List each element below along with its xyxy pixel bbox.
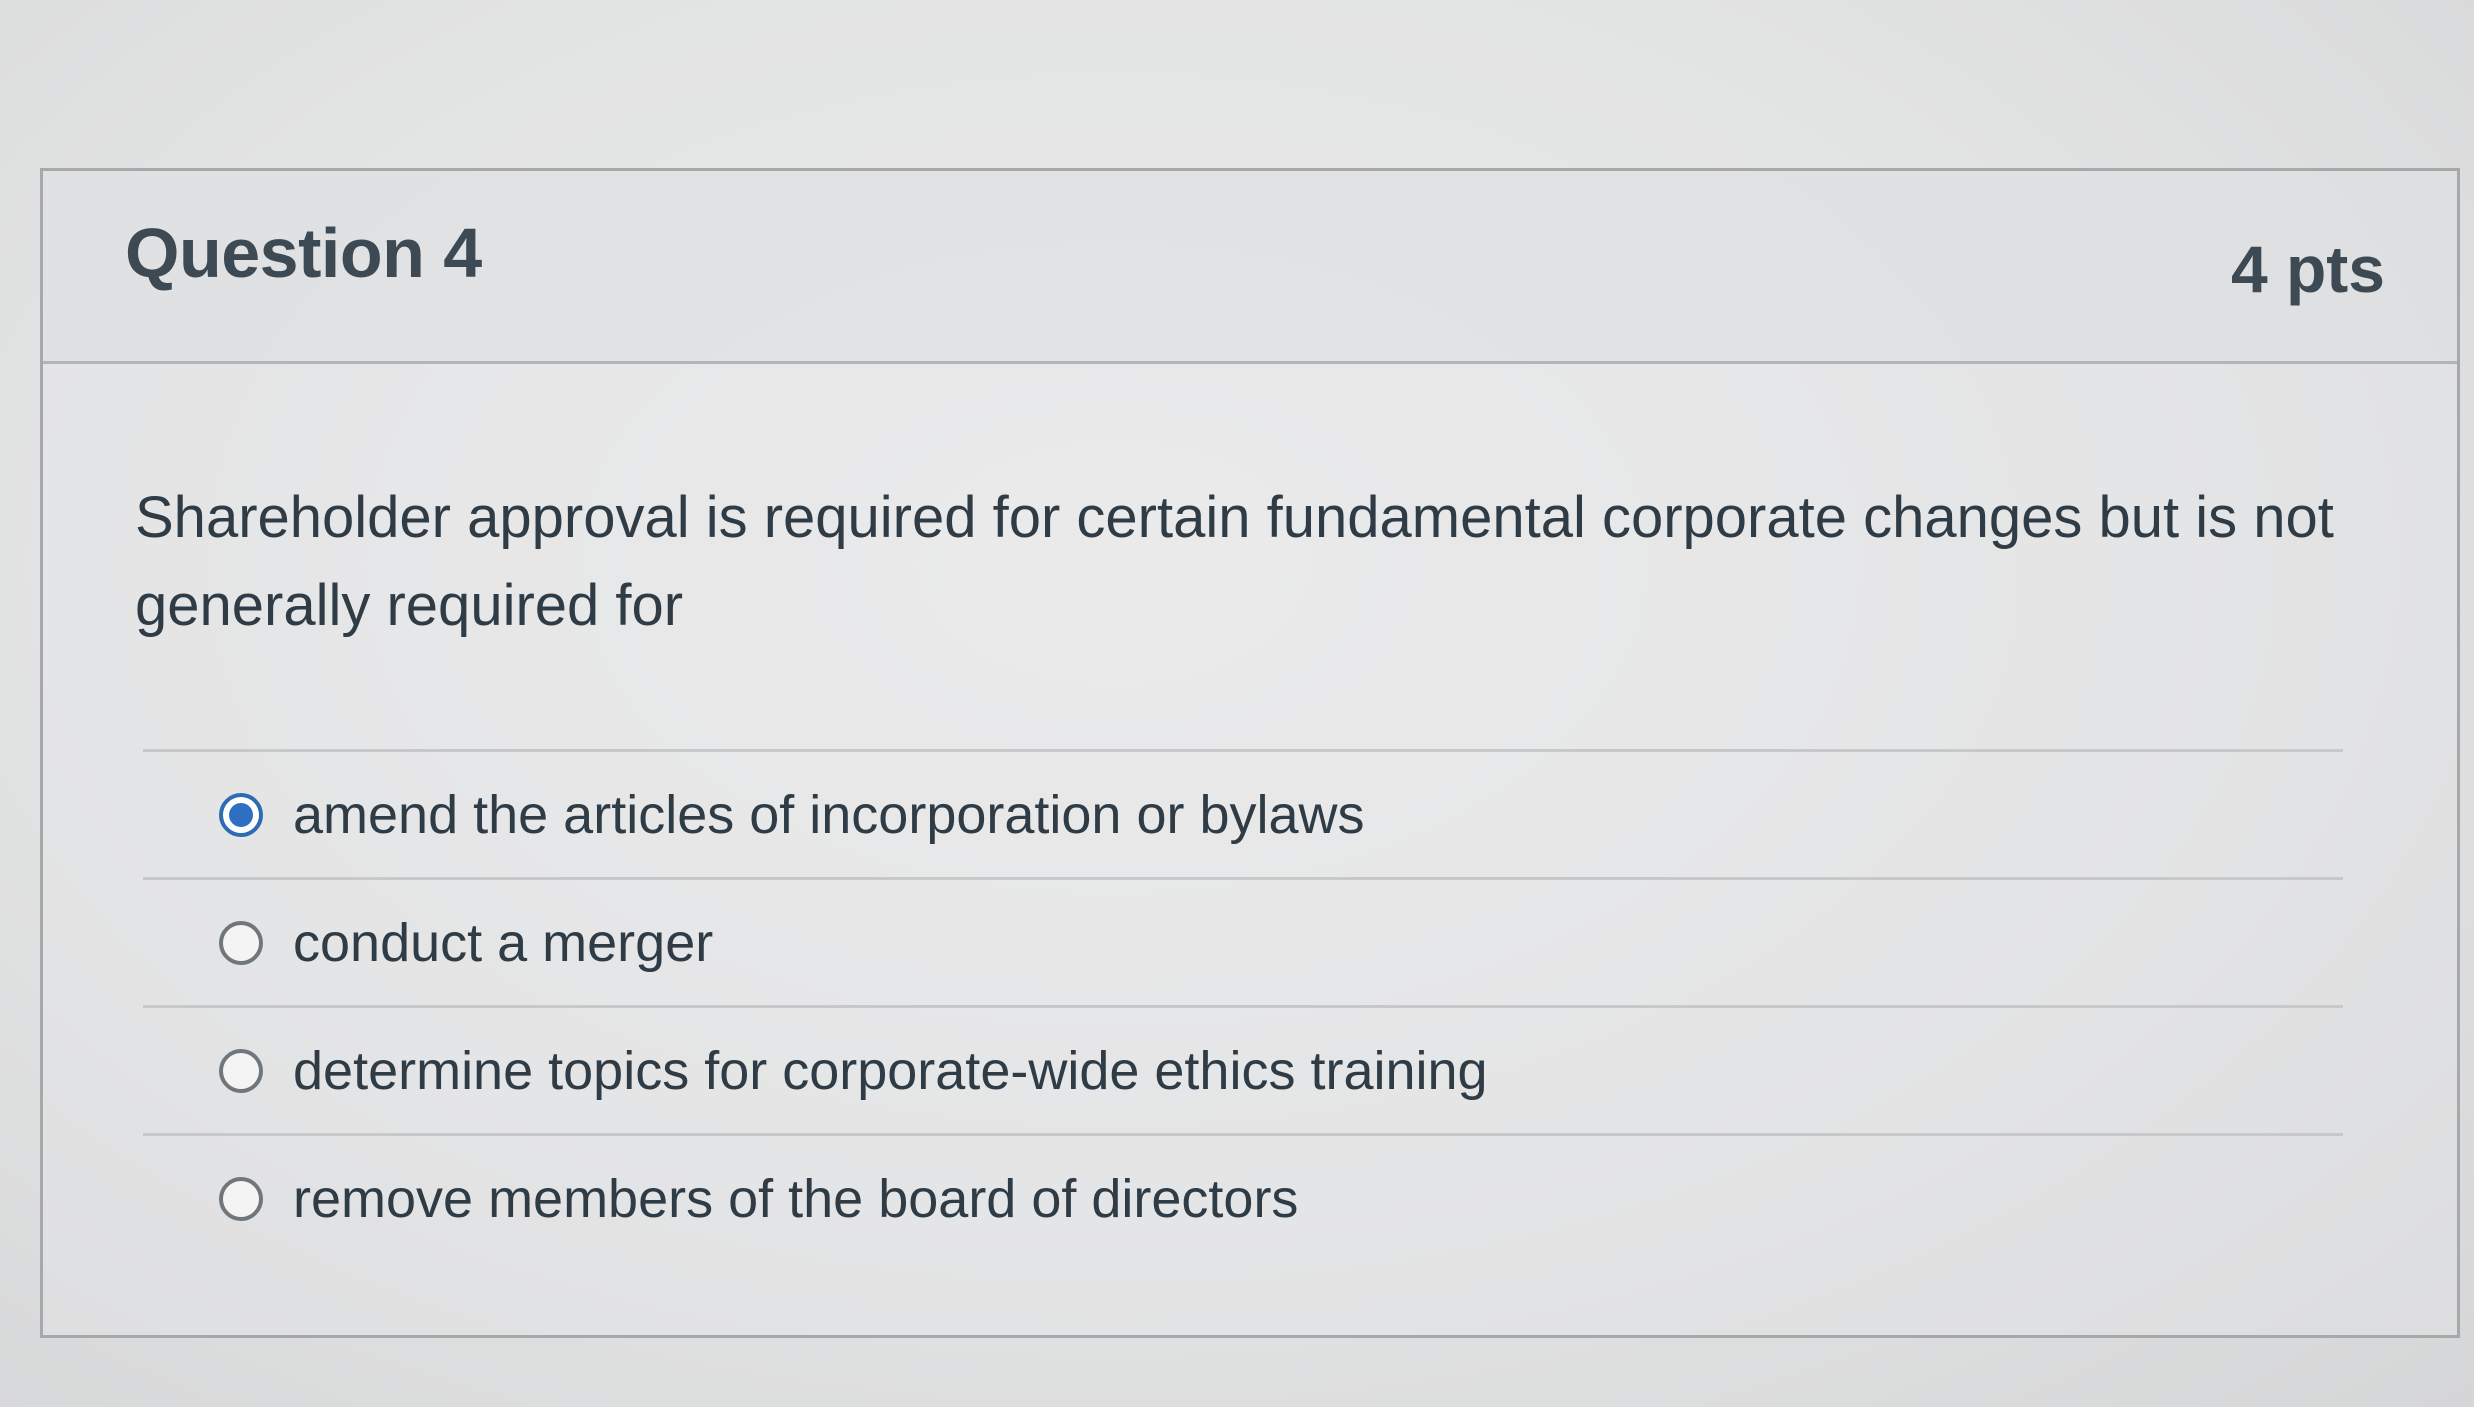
question-card: Question 4 4 pts Shareholder approval is…: [40, 168, 2460, 1338]
answer-option-remove-directors[interactable]: remove members of the board of directors: [143, 1133, 2343, 1261]
answer-label[interactable]: remove members of the board of directors: [293, 1168, 1298, 1230]
answer-label[interactable]: amend the articles of incorporation or b…: [293, 784, 1365, 846]
radio-button[interactable]: [219, 1048, 263, 1093]
question-text: Shareholder approval is required for cer…: [135, 485, 2334, 638]
question-header: Question 4 4 pts: [43, 171, 2457, 364]
answer-option-ethics-training[interactable]: determine topics for corporate-wide ethi…: [143, 1005, 2343, 1133]
question-points: 4 pts: [2230, 232, 2385, 306]
answer-label[interactable]: conduct a merger: [293, 912, 713, 974]
radio-button-selected[interactable]: [219, 792, 263, 837]
radio-button[interactable]: [219, 1176, 263, 1221]
radio-button[interactable]: [219, 920, 263, 965]
answer-label[interactable]: determine topics for corporate-wide ethi…: [293, 1040, 1488, 1102]
answer-option-articles[interactable]: amend the articles of incorporation or b…: [143, 749, 2343, 877]
answer-option-merger[interactable]: conduct a merger: [143, 877, 2343, 1005]
answer-list: amend the articles of incorporation or b…: [143, 749, 2343, 1261]
question-title: Question 4: [125, 214, 482, 292]
